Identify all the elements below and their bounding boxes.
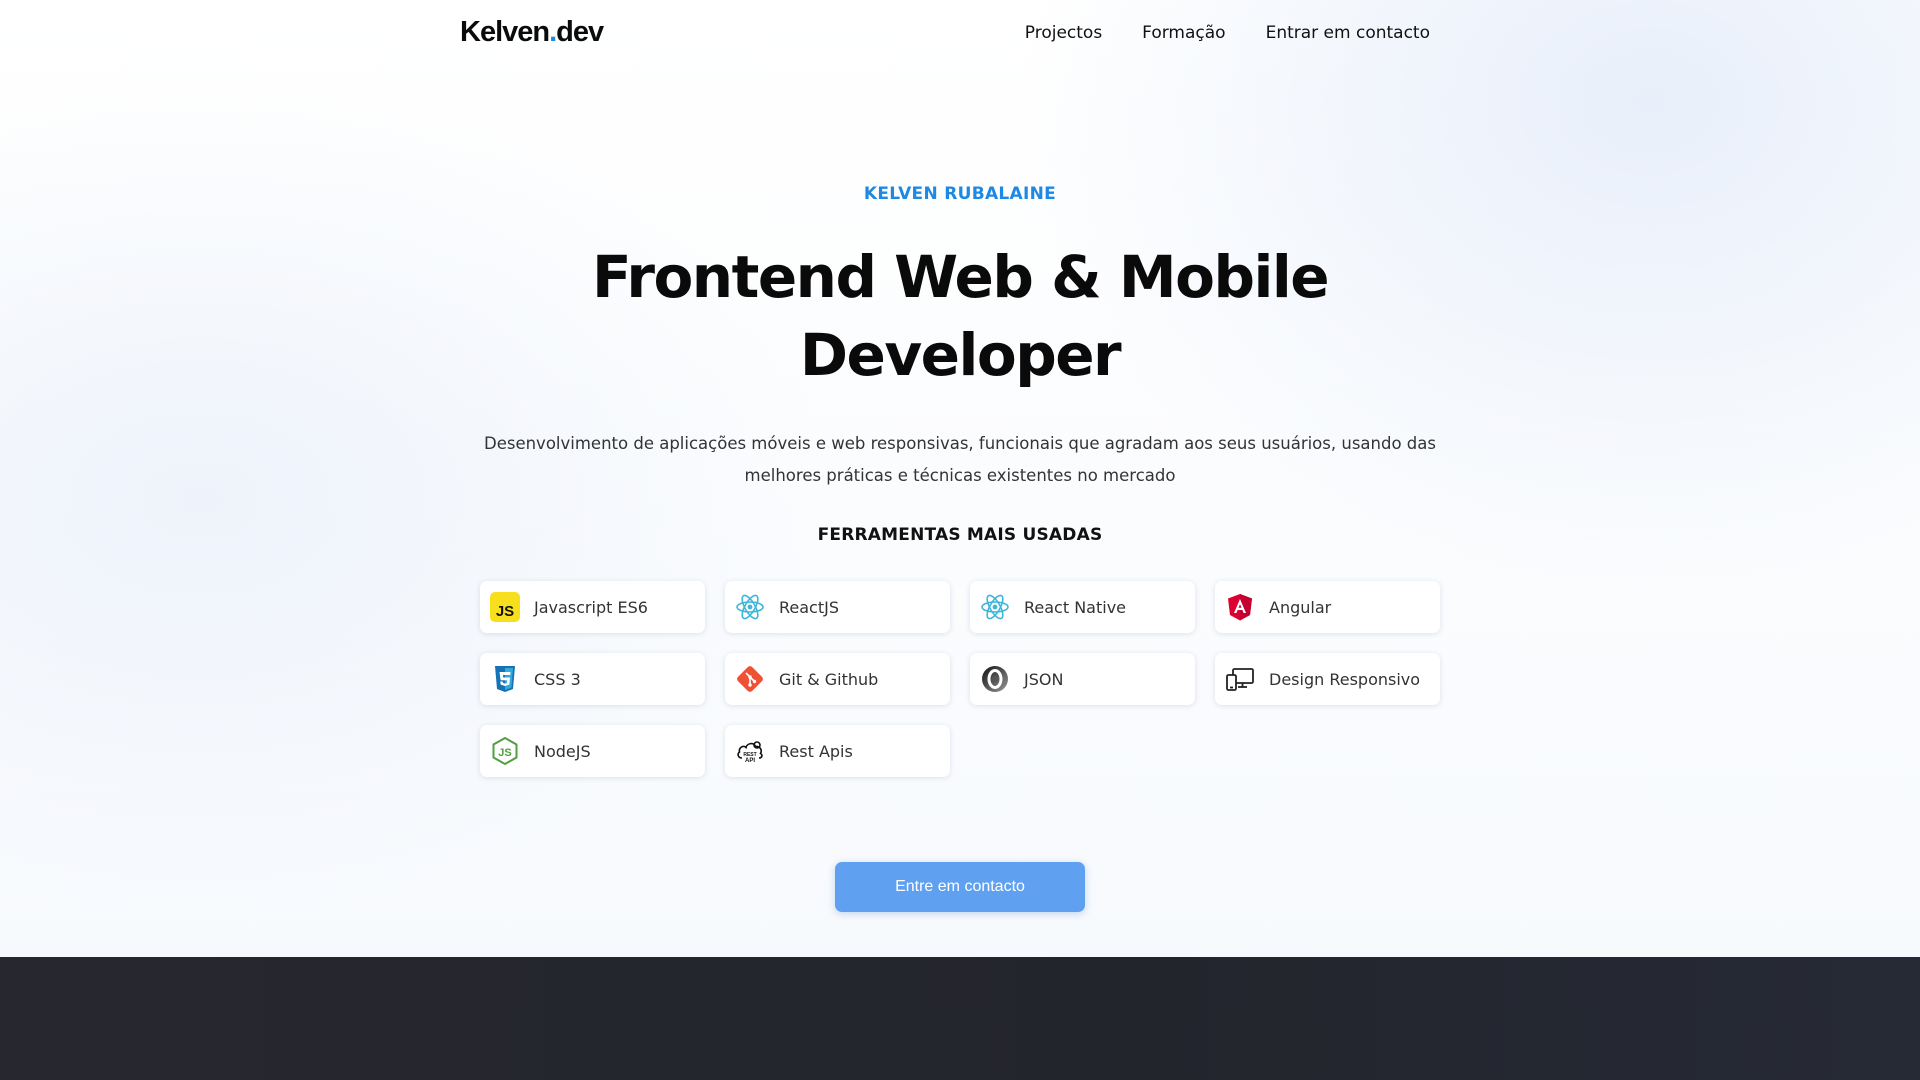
tool-card-rest-apis[interactable]: REST API Rest Apis [725, 725, 950, 777]
rest-api-icon: REST API [735, 736, 765, 766]
hero-section: KELVEN RUBALAINE Frontend Web & Mobile D… [0, 0, 1920, 957]
svg-text:JS: JS [496, 603, 514, 620]
tool-label: Rest Apis [779, 741, 853, 761]
tools-grid: JS Javascript ES6 ReactJS React Native A… [480, 581, 1440, 777]
tool-label: Design Responsivo [1269, 669, 1421, 689]
react-native-icon [980, 592, 1010, 622]
javascript-icon: JS [490, 592, 520, 622]
angular-icon [1225, 592, 1255, 622]
json-icon [980, 664, 1010, 694]
tool-label: CSS 3 [534, 669, 581, 689]
hero-subtitle-line2: melhores práticas e técnicas existentes … [744, 466, 1176, 485]
svg-text:API: API [745, 758, 755, 764]
hero-title-line2: Developer [799, 321, 1122, 389]
tool-card-angular[interactable]: Angular [1215, 581, 1440, 633]
tool-card-react-native[interactable]: React Native [970, 581, 1195, 633]
tool-card-json[interactable]: JSON [970, 653, 1195, 705]
responsive-devices-icon [1225, 664, 1255, 694]
hero-eyebrow: KELVEN RUBALAINE [863, 184, 1057, 204]
css3-icon [490, 664, 520, 694]
svg-text:JS: JS [498, 747, 511, 759]
tool-label: Javascript ES6 [534, 597, 648, 617]
tool-label: NodeJS [534, 741, 591, 761]
hero-subtitle: Desenvolvimento de aplicações móveis e w… [470, 428, 1450, 492]
dark-section-band [0, 957, 1920, 1080]
hero-title-line1: Frontend Web & Mobile [591, 243, 1330, 311]
tool-card-design-responsivo[interactable]: Design Responsivo [1215, 653, 1440, 705]
nodejs-icon: JS [490, 736, 520, 766]
tool-label: Angular [1269, 597, 1332, 617]
tool-card-git[interactable]: Git & Github [725, 653, 950, 705]
tool-card-javascript[interactable]: JS Javascript ES6 [480, 581, 705, 633]
tools-heading: FERRAMENTAS MAIS USADAS [817, 525, 1103, 545]
tool-card-css3[interactable]: CSS 3 [480, 653, 705, 705]
tool-label: ReactJS [779, 597, 839, 617]
tool-label: JSON [1024, 669, 1064, 689]
hero-subtitle-line1: Desenvolvimento de aplicações móveis e w… [484, 434, 1436, 453]
hero-title: Frontend Web & Mobile Developer [560, 238, 1360, 394]
react-icon [735, 592, 765, 622]
tool-label: Git & Github [779, 669, 879, 689]
contact-cta-button[interactable]: Entre em contacto [835, 862, 1085, 912]
tool-label: React Native [1024, 597, 1127, 617]
git-icon [735, 664, 765, 694]
tool-card-reactjs[interactable]: ReactJS [725, 581, 950, 633]
tool-card-nodejs[interactable]: JS NodeJS [480, 725, 705, 777]
